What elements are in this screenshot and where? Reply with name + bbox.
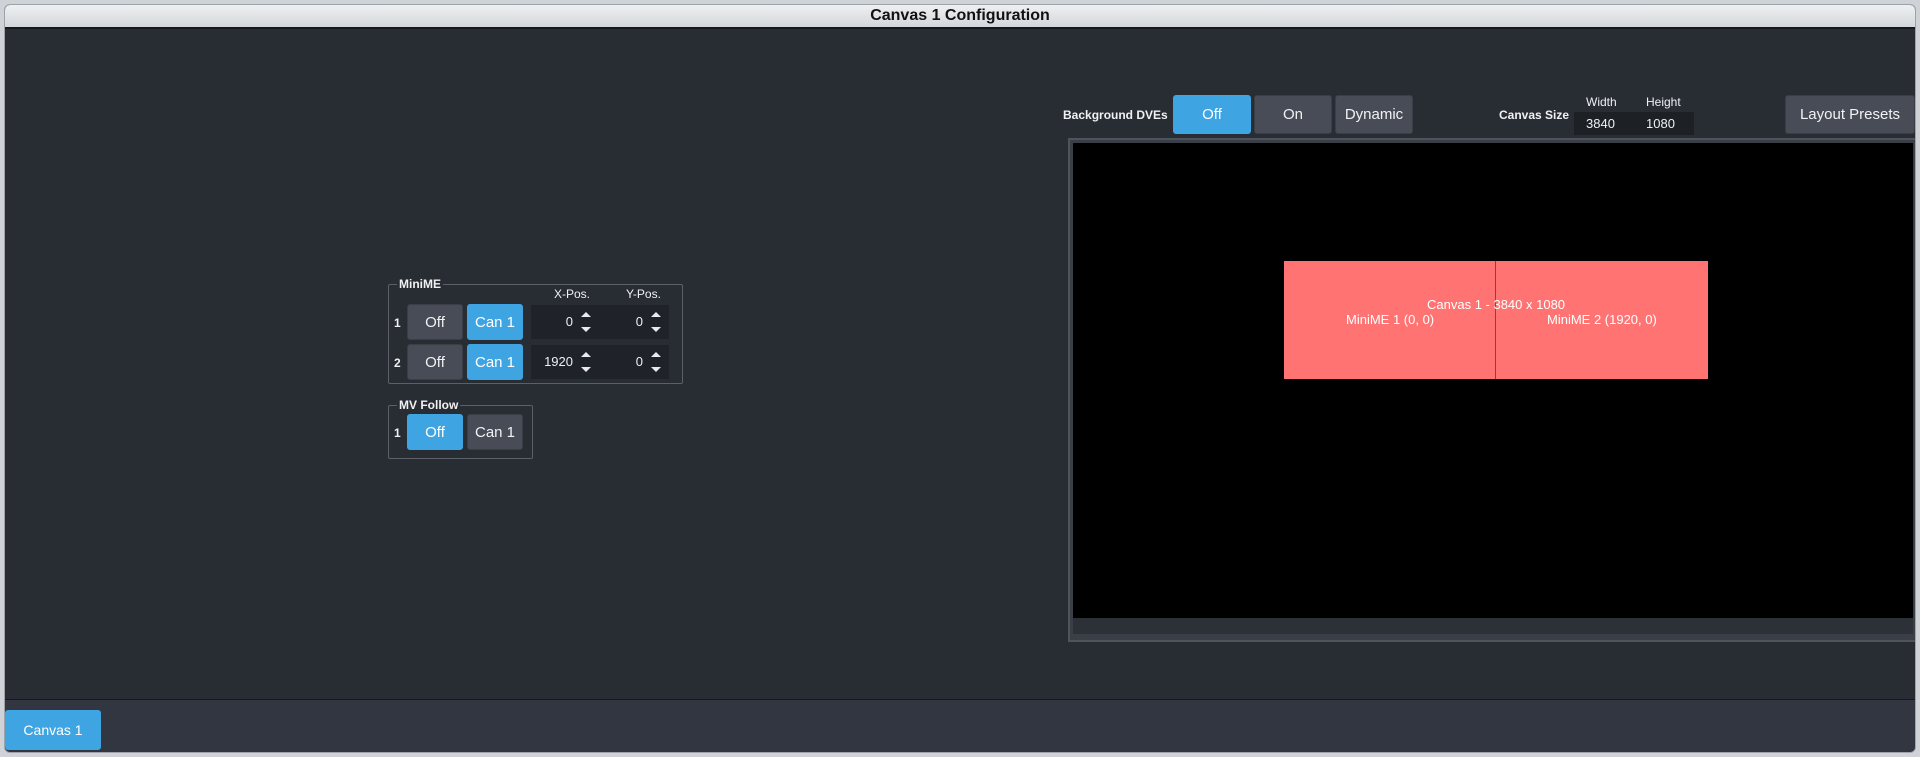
minime-1-off-button[interactable]: Off bbox=[407, 304, 463, 340]
minime-row-1-number: 1 bbox=[394, 316, 401, 330]
canvas-width-label: Width bbox=[1586, 95, 1617, 109]
minime-group: MiniME X-Pos. Y-Pos. 1 Off Can 1 0 0 2 O… bbox=[388, 277, 683, 384]
minime-2-ypos-spinbox[interactable]: 0 bbox=[599, 345, 669, 379]
minime-1-ypos-down-icon[interactable] bbox=[651, 327, 661, 332]
minime-row-2-number: 2 bbox=[394, 356, 401, 370]
window-title: Canvas 1 Configuration bbox=[5, 5, 1915, 29]
minime-1-region-label: MiniME 1 (0, 0) bbox=[1346, 312, 1435, 327]
canvas-preview: Canvas 1 - 3840 x 1080 MiniME 1 (0, 0) M… bbox=[1073, 143, 1913, 618]
minime-2-xpos-up-icon[interactable] bbox=[581, 352, 591, 357]
preview-bottom-bar bbox=[1073, 618, 1913, 634]
tab-canvas-1[interactable]: Canvas 1 bbox=[5, 710, 101, 750]
canvas-size-label: Canvas Size bbox=[1499, 108, 1570, 122]
minime-2-xpos-spinbox[interactable]: 1920 bbox=[531, 345, 599, 379]
minime-1-ypos-spinbox[interactable]: 0 bbox=[599, 305, 669, 339]
main-panel: MiniME X-Pos. Y-Pos. 1 Off Can 1 0 0 2 O… bbox=[5, 31, 1915, 699]
background-dves-dynamic-button[interactable]: Dynamic bbox=[1335, 95, 1413, 134]
canvas-preview-frame: Canvas 1 - 3840 x 1080 MiniME 1 (0, 0) M… bbox=[1068, 138, 1915, 642]
mv-follow-off-button[interactable]: Off bbox=[407, 414, 463, 450]
bottom-tab-bar: Canvas 1 bbox=[5, 699, 1915, 752]
minime-2-ypos-down-icon[interactable] bbox=[651, 367, 661, 372]
minime-1-xpos-value: 0 bbox=[565, 314, 573, 329]
x-pos-header: X-Pos. bbox=[554, 287, 591, 301]
mv-follow-group-title: MV Follow bbox=[397, 398, 461, 412]
minime-2-region-label: MiniME 2 (1920, 0) bbox=[1547, 312, 1657, 327]
canvas-config-window: Canvas 1 Configuration MiniME X-Pos. Y-P… bbox=[4, 4, 1916, 753]
canvas-region: Canvas 1 - 3840 x 1080 MiniME 1 (0, 0) M… bbox=[1284, 261, 1708, 379]
minime-group-title: MiniME bbox=[397, 277, 443, 291]
minime-1-ypos-value: 0 bbox=[635, 314, 643, 329]
mv-follow-can1-button[interactable]: Can 1 bbox=[467, 414, 523, 450]
canvas-region-label: Canvas 1 - 3840 x 1080 bbox=[1427, 297, 1566, 312]
minime-2-off-button[interactable]: Off bbox=[407, 344, 463, 380]
canvas-width-field[interactable]: 3840 bbox=[1574, 112, 1634, 135]
canvas-height-label: Height bbox=[1646, 95, 1681, 109]
minime-1-can1-button[interactable]: Can 1 bbox=[467, 304, 523, 340]
minime-2-ypos-value: 0 bbox=[635, 354, 643, 369]
background-dves-on-button[interactable]: On bbox=[1254, 95, 1332, 134]
minime-1-xpos-up-icon[interactable] bbox=[581, 312, 591, 317]
minime-2-ypos-up-icon[interactable] bbox=[651, 352, 661, 357]
minime-2-xpos-down-icon[interactable] bbox=[581, 367, 591, 372]
minime-2-xpos-value: 1920 bbox=[544, 354, 573, 369]
background-dves-off-button[interactable]: Off bbox=[1173, 95, 1251, 134]
minime-divider bbox=[1495, 261, 1496, 379]
canvas-height-field[interactable]: 1080 bbox=[1634, 112, 1694, 135]
minime-2-can1-button[interactable]: Can 1 bbox=[467, 344, 523, 380]
y-pos-header: Y-Pos. bbox=[626, 287, 661, 301]
mv-follow-group: MV Follow 1 Off Can 1 bbox=[388, 398, 533, 459]
minime-1-ypos-up-icon[interactable] bbox=[651, 312, 661, 317]
layout-presets-button[interactable]: Layout Presets bbox=[1785, 95, 1915, 134]
background-dves-label: Background DVEs bbox=[1063, 108, 1168, 122]
minime-1-xpos-spinbox[interactable]: 0 bbox=[531, 305, 599, 339]
minime-1-xpos-down-icon[interactable] bbox=[581, 327, 591, 332]
mv-follow-row-1-number: 1 bbox=[394, 426, 401, 440]
